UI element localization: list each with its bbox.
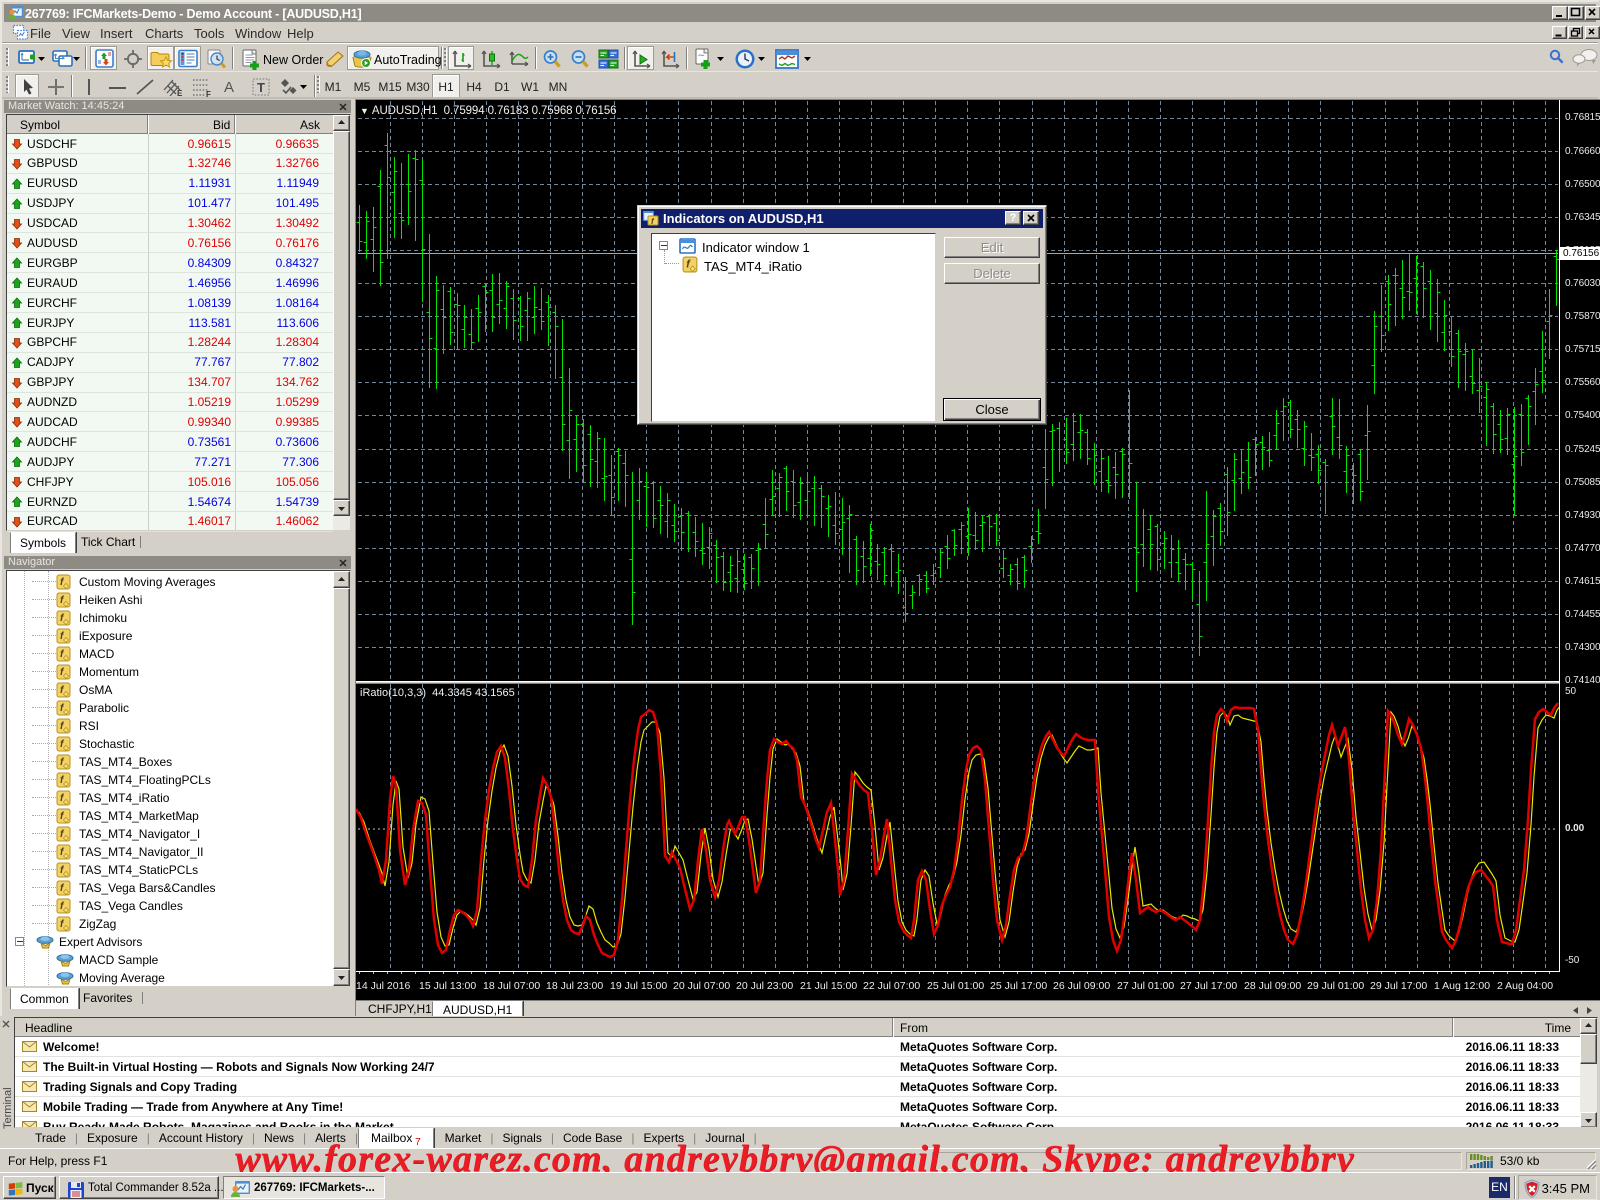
svg-text:F: F: [206, 90, 211, 97]
svg-text:A: A: [224, 79, 234, 95]
svg-text:E: E: [177, 89, 183, 97]
svg-text:T: T: [257, 80, 265, 95]
